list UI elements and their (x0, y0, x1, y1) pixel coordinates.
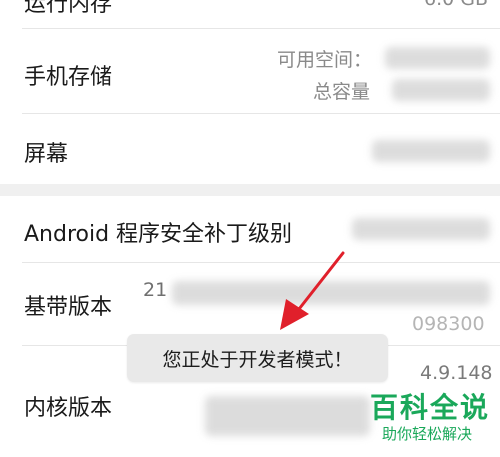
baike-watermark-logo: 百科全说 助你轻松解决 (370, 392, 490, 444)
row-running-memory[interactable]: 运行内存 6.0 GB (0, 0, 500, 28)
security-patch-value-redacted (352, 218, 490, 240)
section-gap (0, 184, 500, 196)
row-screen[interactable]: 屏幕 (0, 114, 500, 184)
available-space-value-redacted (385, 47, 490, 69)
row-baseband[interactable]: 基带版本 21 098300 (0, 263, 500, 345)
security-patch-label: Android 程序安全补丁级别 (24, 222, 293, 247)
developer-mode-toast: 您正处于开发者模式！ (127, 334, 388, 382)
total-capacity-value-redacted (392, 79, 490, 101)
baseband-prefix: 21 (143, 279, 168, 301)
kernel-version-label: 内核版本 (24, 396, 113, 421)
watermark-title: 百科全说 (370, 391, 491, 424)
available-space-label: 可用空间： (277, 49, 373, 71)
row-phone-storage[interactable]: 手机存储 可用空间： 总容量 (0, 29, 500, 113)
screen-value-redacted (372, 140, 490, 162)
row-security-patch[interactable]: Android 程序安全补丁级别 (0, 196, 500, 262)
baseband-label: 基带版本 (24, 295, 113, 320)
screen-label: 屏幕 (24, 142, 69, 167)
kernel-details-redacted (205, 396, 370, 436)
toast-text: 您正处于开发者模式！ (162, 348, 353, 371)
baseband-value-redacted (172, 281, 490, 305)
running-memory-value: 6.0 GB (424, 0, 488, 10)
kernel-version-value: 4.9.148 (420, 362, 493, 384)
total-capacity-label: 总容量 (313, 81, 371, 103)
phone-storage-label: 手机存储 (24, 65, 113, 90)
running-memory-label: 运行内存 (24, 0, 113, 17)
baseband-suffix: 098300 (412, 313, 485, 335)
watermark-subtitle: 助你轻松解决 (381, 425, 472, 443)
